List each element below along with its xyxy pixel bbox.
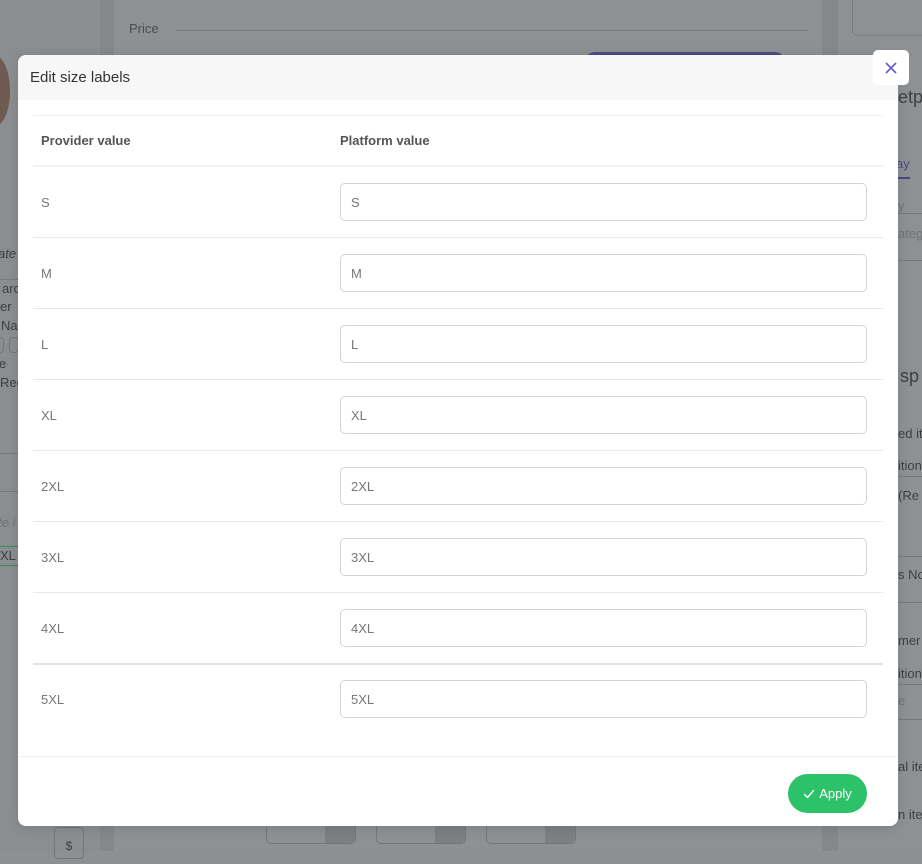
background-price-divider — [176, 30, 808, 31]
background-currency-addon: $ — [54, 827, 84, 859]
check-icon — [804, 789, 815, 798]
table-row: L — [33, 309, 883, 380]
platform-value-input[interactable] — [340, 254, 867, 292]
table-row: 5XL — [33, 665, 883, 733]
background-text: s No — [898, 567, 922, 582]
apply-label: Apply — [819, 786, 852, 801]
table-header: Provider value Platform value — [33, 116, 883, 167]
apply-button[interactable]: Apply — [788, 774, 867, 813]
column-header-provider: Provider value — [41, 133, 131, 148]
provider-value: 2XL — [41, 478, 65, 494]
platform-value-input[interactable] — [340, 183, 867, 221]
background-divider-line — [0, 491, 18, 492]
background-text: mer — [898, 633, 921, 648]
background-text: ate — [0, 246, 17, 261]
size-labels-table: Provider value Platform value S M L XL 2… — [33, 115, 883, 733]
background-divider-line — [0, 453, 18, 454]
platform-value-input[interactable] — [340, 680, 867, 718]
platform-value-input[interactable] — [340, 396, 867, 434]
background-text: etp — [898, 87, 922, 107]
platform-value-input[interactable] — [340, 467, 867, 505]
background-text: y — [898, 198, 905, 213]
edit-size-labels-modal: Edit size labels Provider value Platform… — [18, 55, 898, 826]
modal-header: Edit size labels — [18, 55, 898, 100]
provider-value: M — [41, 265, 52, 281]
provider-value: XL — [41, 407, 57, 423]
provider-value: 5XL — [41, 691, 65, 707]
background-text: er — [0, 299, 12, 314]
background-text: e — [898, 693, 906, 708]
table-row: M — [33, 238, 883, 309]
background-text: sp — [900, 366, 920, 386]
platform-value-input[interactable] — [340, 538, 867, 576]
background-card — [852, 0, 922, 36]
background-text: Na — [1, 318, 18, 333]
modal-footer: Apply — [18, 756, 898, 826]
background-text: n ite — [898, 807, 922, 822]
table-row: S — [33, 167, 883, 238]
close-icon — [885, 62, 897, 73]
background-text: atego — [898, 226, 922, 241]
platform-value-input[interactable] — [340, 325, 867, 363]
background-tab: ay — [896, 156, 910, 171]
background-text: XL — [0, 548, 16, 563]
background-text: e — [0, 356, 7, 371]
background-text: te i — [0, 515, 16, 530]
provider-value: 3XL — [41, 549, 65, 565]
table-row: 2XL — [33, 451, 883, 522]
provider-value: 4XL — [41, 620, 65, 636]
platform-value-input[interactable] — [340, 609, 867, 647]
table-row: 4XL — [33, 593, 883, 665]
background-text: ed it — [898, 426, 922, 441]
close-modal-button[interactable] — [873, 50, 909, 85]
background-text: (Re — [898, 488, 919, 503]
provider-value: L — [41, 336, 49, 352]
background-text: ition — [898, 666, 922, 681]
background-box — [0, 337, 4, 353]
table-row: XL — [33, 380, 883, 451]
column-header-platform: Platform value — [340, 133, 430, 148]
background-price-label: Price — [129, 21, 159, 36]
table-row: 3XL — [33, 522, 883, 593]
background-text: al ite — [898, 759, 922, 774]
background-text: ition — [898, 458, 922, 473]
background-divider-line — [0, 279, 18, 280]
modal-title: Edit size labels — [30, 69, 131, 86]
provider-value: S — [41, 194, 50, 210]
